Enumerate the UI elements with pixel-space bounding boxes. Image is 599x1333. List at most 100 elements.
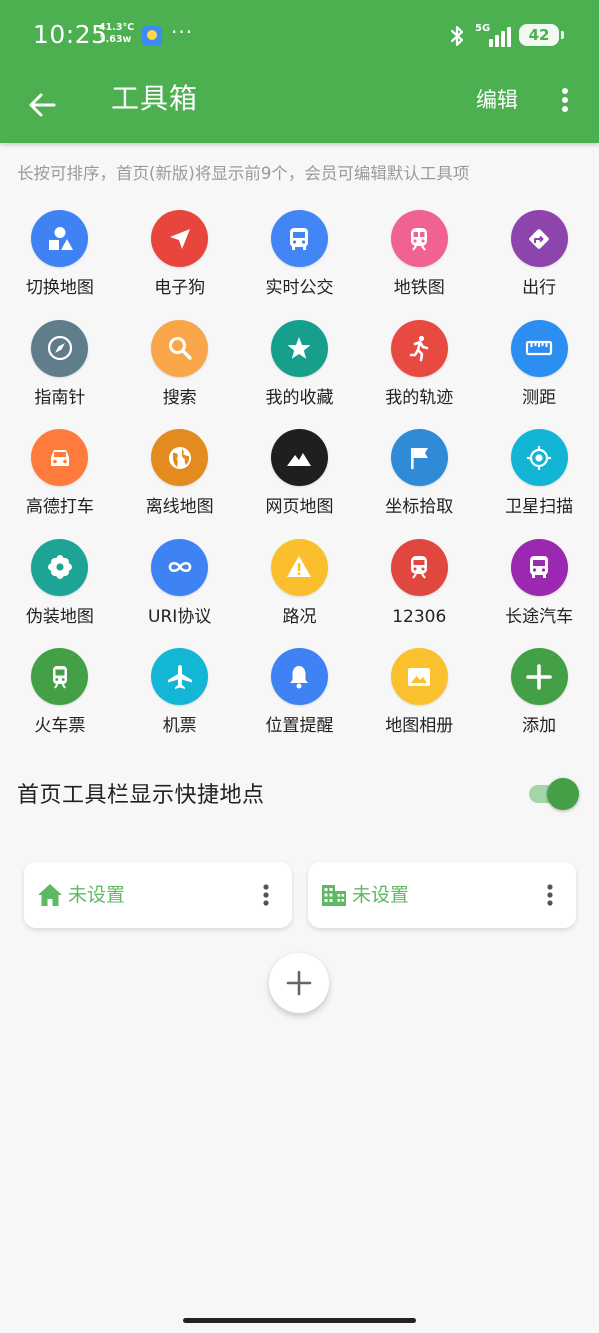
app-bar: 工具箱 编辑 — [0, 70, 599, 143]
sort-hint-text: 长按可排序，首页(新版)将显示前9个，会员可编辑默认工具项 — [17, 164, 470, 183]
tool-switch-map[interactable]: 切换地图 — [0, 210, 120, 320]
tool-traffic[interactable]: 路况 — [240, 538, 360, 649]
back-arrow-icon[interactable] — [20, 82, 66, 128]
tool-air-ticket[interactable]: 机票 — [120, 648, 240, 758]
tool-disguise-map[interactable]: 伪装地图 — [0, 538, 120, 649]
bluetooth-icon — [450, 25, 464, 47]
tool-measure-distance[interactable]: 测距 — [479, 319, 599, 430]
status-bar: 10:25 41.3°C 3.63w ··· 5G 42 — [0, 0, 599, 70]
globe-icon — [151, 429, 209, 486]
quick-places-switch[interactable] — [529, 776, 579, 810]
train-ticket-icon — [31, 648, 89, 705]
status-more-icon: ··· — [171, 20, 194, 44]
net-temp: 41.3°C — [99, 22, 135, 33]
tool-compass[interactable]: 指南针 — [0, 319, 120, 430]
tool-label: 指南针 — [34, 387, 86, 408]
tool-12306[interactable]: 12306 — [359, 538, 479, 649]
tool-satellite-scan[interactable]: 卫星扫描 — [479, 429, 599, 539]
crosshair-icon — [510, 429, 568, 486]
tool-label: 12306 — [392, 606, 447, 627]
train-icon — [390, 538, 448, 596]
tool-label: 电子狗 — [154, 278, 206, 298]
tool-electronic-dog[interactable]: 电子狗 — [120, 210, 240, 320]
tool-label: 地铁图 — [393, 278, 445, 298]
tool-offline-map[interactable]: 离线地图 — [120, 429, 240, 539]
tool-coordinate-pick[interactable]: 坐标拾取 — [359, 429, 479, 539]
tool-label: 机票 — [162, 716, 197, 736]
weather-app-icon — [142, 26, 162, 46]
tool-label: 长途汽车 — [505, 606, 574, 627]
quick-places-setting: 首页工具栏显示快捷地点 — [0, 765, 599, 821]
office-building-icon — [322, 885, 346, 906]
tool-add[interactable]: 添加 — [479, 648, 599, 758]
tool-favorites[interactable]: 我的收藏 — [240, 319, 360, 430]
star-icon — [270, 319, 328, 377]
tool-label: 卫星扫描 — [505, 497, 574, 517]
tool-location-reminder[interactable]: 位置提醒 — [240, 648, 360, 758]
warning-icon — [270, 538, 328, 596]
tool-long-distance-bus[interactable]: 长途汽车 — [479, 538, 599, 649]
flag-icon — [390, 429, 448, 486]
tool-label: 切换地图 — [25, 278, 94, 298]
infinity-icon — [151, 538, 209, 596]
tool-label: 出行 — [522, 278, 557, 298]
tool-label: 网页地图 — [265, 497, 334, 517]
coach-bus-icon — [510, 538, 568, 596]
switch-thumb — [547, 778, 579, 810]
tool-label: 地图相册 — [385, 716, 454, 736]
tool-label: 添加 — [522, 716, 557, 736]
bus-icon — [270, 210, 328, 267]
runner-icon — [390, 319, 448, 377]
work-place-card[interactable]: 未设置 — [308, 862, 576, 928]
gesture-home-indicator[interactable] — [183, 1318, 416, 1323]
battery-indicator: 42 — [519, 24, 564, 46]
edit-button[interactable]: 编辑 — [476, 87, 518, 113]
compass-icon — [31, 319, 89, 377]
net-speed: 3.63w — [99, 34, 132, 45]
tool-label: 实时公交 — [265, 278, 334, 298]
tool-label: URI协议 — [148, 606, 212, 627]
tool-realtime-bus[interactable]: 实时公交 — [240, 210, 360, 320]
tool-amap-taxi[interactable]: 高德打车 — [0, 429, 120, 539]
signal-icon — [489, 27, 511, 47]
airplane-icon — [151, 648, 209, 705]
add-place-button[interactable] — [269, 953, 329, 1013]
tool-subway-map[interactable]: 地铁图 — [359, 210, 479, 320]
work-place-label: 未设置 — [352, 884, 410, 906]
home-icon — [38, 884, 62, 906]
quick-places-toggle-label: 首页工具栏显示快捷地点 — [17, 783, 265, 808]
tool-label: 离线地图 — [145, 497, 214, 517]
tool-search[interactable]: 搜索 — [120, 319, 240, 430]
home-place-label: 未设置 — [68, 884, 126, 906]
tool-label: 火车票 — [34, 716, 86, 736]
tool-label: 我的轨迹 — [385, 387, 454, 408]
search-icon — [151, 319, 209, 377]
tool-map-album[interactable]: 地图相册 — [359, 648, 479, 758]
mountain-icon — [270, 429, 328, 486]
tool-train-ticket[interactable]: 火车票 — [0, 648, 120, 758]
shapes-icon — [31, 210, 89, 267]
navigation-arrow-icon — [151, 210, 209, 267]
tool-my-tracks[interactable]: 我的轨迹 — [359, 319, 479, 430]
tool-label: 测距 — [522, 387, 557, 408]
tool-label: 搜索 — [162, 387, 197, 408]
home-place-card[interactable]: 未设置 — [24, 862, 292, 928]
ruler-icon — [510, 319, 568, 377]
tool-label: 伪装地图 — [25, 606, 94, 627]
flower-icon — [31, 538, 89, 596]
tool-uri-protocol[interactable]: URI协议 — [120, 538, 240, 649]
status-time: 10:25 — [33, 20, 108, 49]
page-title: 工具箱 — [111, 82, 199, 115]
tool-label: 坐标拾取 — [385, 497, 454, 517]
directions-icon — [510, 210, 568, 267]
header: 10:25 41.3°C 3.63w ··· 5G 42 工具箱 编辑 — [0, 0, 599, 143]
photo-icon — [390, 648, 448, 705]
more-vert-icon[interactable] — [256, 879, 276, 911]
tool-label: 高德打车 — [25, 497, 94, 517]
more-vert-icon[interactable] — [540, 879, 560, 911]
tool-travel[interactable]: 出行 — [479, 210, 599, 320]
car-icon — [31, 429, 89, 486]
more-vert-icon[interactable] — [552, 84, 578, 116]
tool-web-map[interactable]: 网页地图 — [240, 429, 360, 539]
tool-label: 位置提醒 — [265, 716, 334, 736]
